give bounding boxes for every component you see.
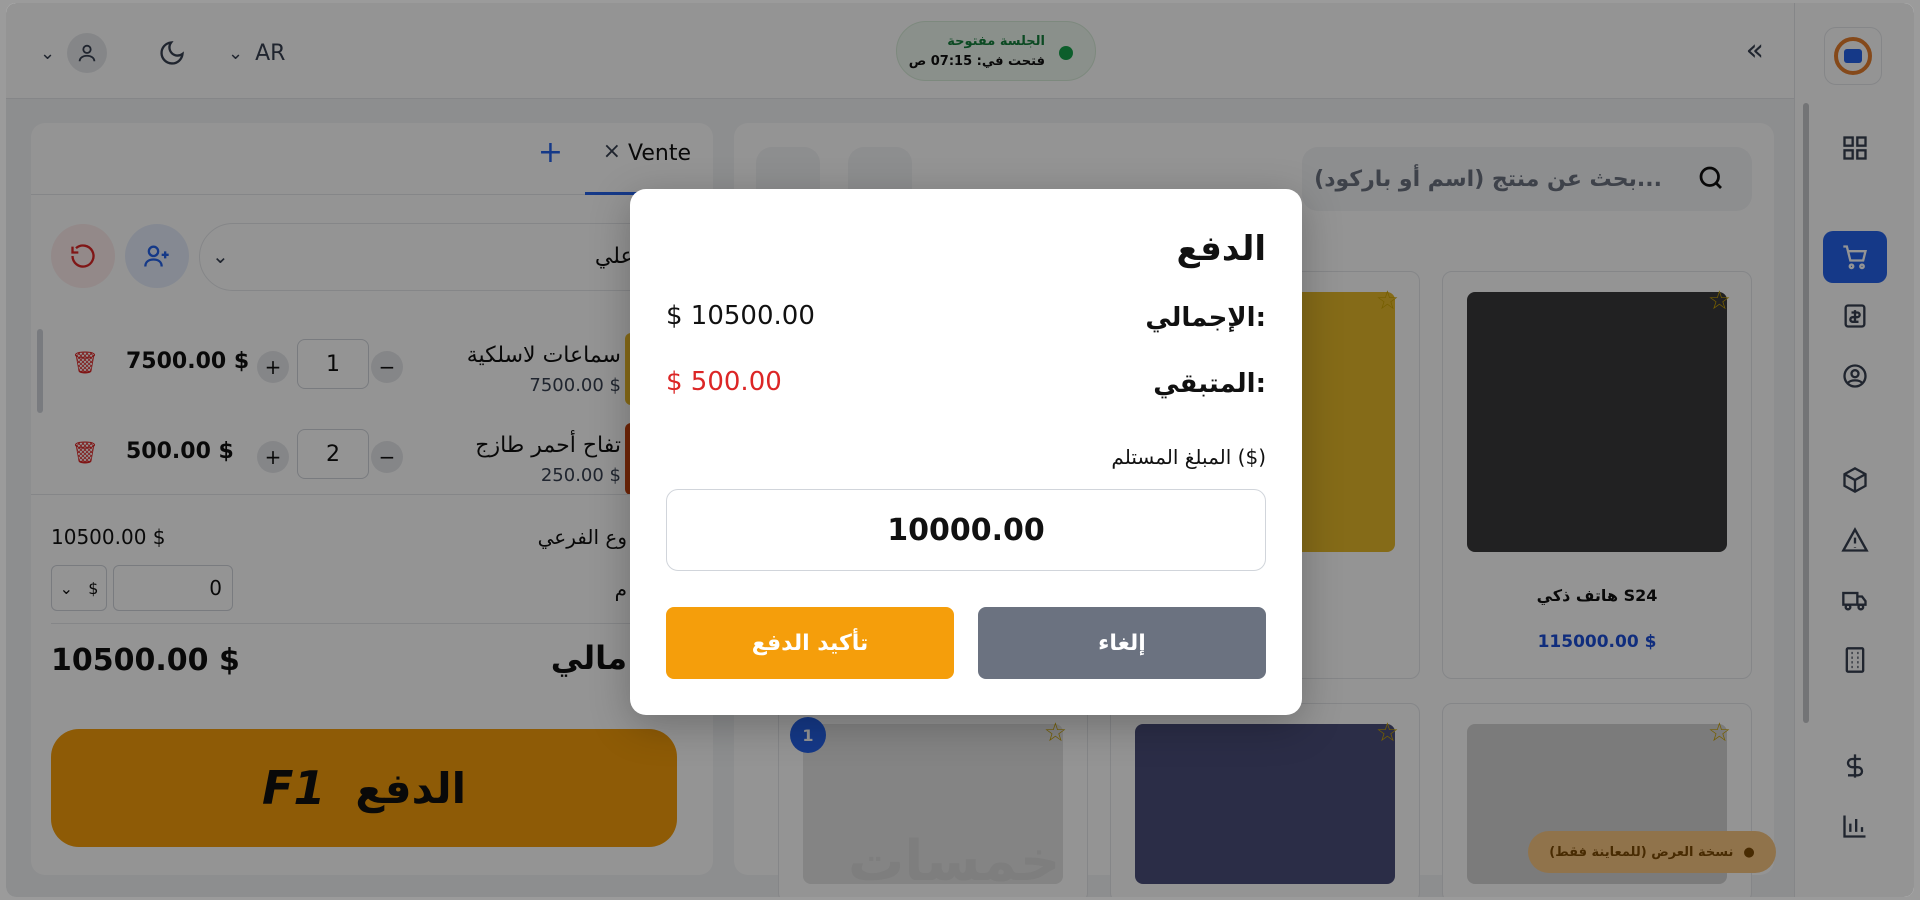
total-value: $ 10500.00: [666, 301, 815, 331]
cancel-button[interactable]: إلغاء: [978, 607, 1266, 679]
received-amount-label: المبلغ المستلم ($): [1111, 445, 1266, 469]
total-label: الإجمالي:: [1145, 303, 1266, 333]
confirm-payment-button[interactable]: تأكيد الدفع: [666, 607, 954, 679]
remaining-value: $ 500.00: [666, 367, 782, 397]
received-amount-input[interactable]: [666, 489, 1266, 571]
remaining-label: المتبقي:: [1153, 369, 1266, 399]
dialog-title: الدفع: [1176, 229, 1266, 269]
payment-dialog: الدفع الإجمالي: $ 10500.00 المتبقي: $ 50…: [630, 189, 1302, 715]
app-window: ⌄ ⌄ AR الجلسة مفتوحة فتحت في: 07:15 ص « …: [6, 3, 1914, 897]
